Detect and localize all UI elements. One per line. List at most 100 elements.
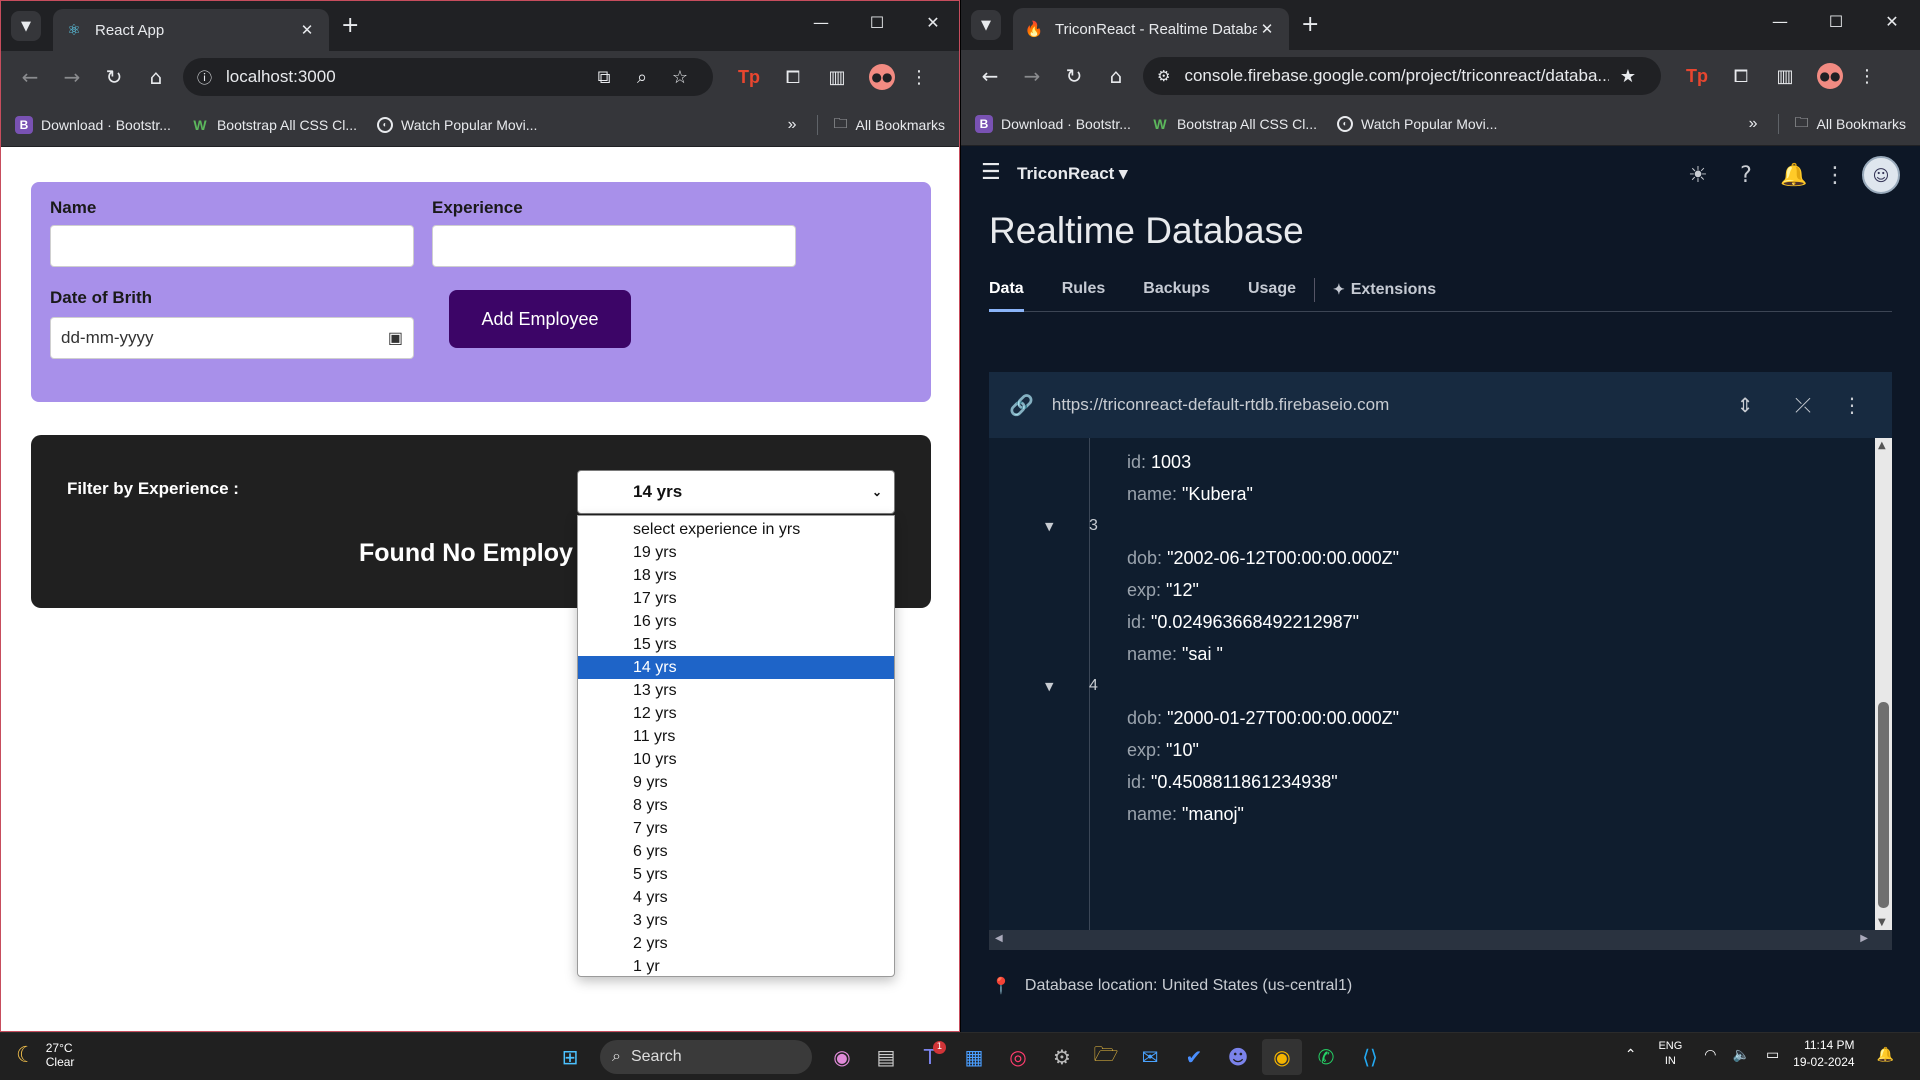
tab-usage[interactable]: Usage — [1248, 276, 1296, 312]
more-options-icon[interactable]: ⋮ — [1832, 393, 1872, 417]
tree-field[interactable]: exp: "10" — [1127, 740, 1199, 761]
scrollbar-thumb[interactable] — [1878, 702, 1889, 908]
add-employee-button[interactable]: Add Employee — [449, 290, 631, 348]
wifi-icon[interactable]: ◠ — [1704, 1046, 1716, 1063]
all-bookmarks[interactable]: 🗀 All Bookmarks — [834, 113, 945, 137]
teams-chat-icon[interactable]: ☻ — [1218, 1039, 1258, 1075]
dropdown-option[interactable]: 11 yrs — [578, 725, 894, 748]
minimize-icon[interactable]: — — [793, 13, 849, 32]
reload-icon[interactable]: ↻ — [1053, 58, 1095, 94]
close-tab-icon[interactable]: ✕ — [1257, 20, 1277, 38]
account-avatar[interactable]: ☺ — [1862, 156, 1900, 194]
dropdown-option[interactable]: 4 yrs — [578, 886, 894, 909]
experience-input[interactable] — [432, 225, 796, 267]
tab-extensions[interactable]: ✦ Extensions — [1333, 276, 1436, 312]
bookmark-item[interactable]: ◐ Watch Popular Movi... — [377, 116, 537, 133]
theme-toggle-icon[interactable]: ☀ — [1674, 163, 1722, 188]
tree-field[interactable]: id: "0.4508811861234938" — [1127, 772, 1338, 793]
more-bookmarks-icon[interactable]: » — [788, 116, 797, 134]
settings-gear-icon[interactable]: ⚙ — [1042, 1039, 1082, 1075]
tab-firebase[interactable]: 🔥 TriconReact - Realtime Databas ✕ — [1013, 8, 1289, 50]
more-options-icon[interactable]: ⋮ — [1818, 163, 1852, 188]
close-window-icon[interactable]: ✕ — [1864, 12, 1920, 31]
back-icon[interactable]: ← — [9, 59, 51, 95]
tree-node-key[interactable]: 3 — [1089, 517, 1098, 535]
collapse-all-icon[interactable]: ⤫ — [1774, 393, 1832, 417]
close-tab-icon[interactable]: ✕ — [297, 21, 317, 39]
app-icon[interactable]: ◎ — [998, 1039, 1038, 1075]
tree-field[interactable]: exp: "12" — [1127, 580, 1199, 601]
minimize-icon[interactable]: — — [1752, 12, 1808, 31]
install-app-icon[interactable]: ⧉ — [585, 67, 623, 88]
collapse-arrow-icon[interactable]: ▼ — [1045, 520, 1053, 533]
weather-widget[interactable]: ☾ 27°C Clear — [16, 1041, 74, 1069]
teams-icon[interactable]: T1 — [910, 1039, 950, 1075]
profile-avatar[interactable]: ●● — [869, 64, 895, 90]
bookmark-item[interactable]: W Bootstrap All CSS Cl... — [1151, 115, 1317, 133]
vertical-scrollbar[interactable]: ▲ ▼ — [1875, 438, 1892, 930]
tab-search-button[interactable]: ▼ — [971, 10, 1001, 40]
tab-react-app[interactable]: ⚛ React App ✕ — [53, 9, 329, 51]
dropdown-option[interactable]: 2 yrs — [578, 932, 894, 955]
zoom-icon[interactable]: ⌕ — [623, 67, 661, 88]
tree-field[interactable]: name: "manoj" — [1127, 804, 1244, 825]
dropdown-option[interactable]: 8 yrs — [578, 794, 894, 817]
tray-overflow-chevron-icon[interactable]: ⌃ — [1625, 1046, 1637, 1063]
bookmark-star-icon[interactable]: ☆ — [661, 67, 699, 88]
taskbar-search[interactable]: ⌕ Search — [600, 1040, 812, 1074]
forward-icon[interactable]: → — [51, 59, 93, 95]
notification-bell-icon[interactable]: 🔔 — [1877, 1046, 1894, 1063]
mail-icon[interactable]: ✉ — [1130, 1039, 1170, 1075]
dropdown-option[interactable]: 7 yrs — [578, 817, 894, 840]
side-panel-icon[interactable]: ▥ — [1763, 66, 1807, 87]
file-icon[interactable]: ▤ — [866, 1039, 906, 1075]
whatsapp-icon[interactable]: ✆ — [1306, 1039, 1346, 1075]
dropdown-option[interactable]: select experience in yrs — [578, 518, 894, 541]
dropdown-option[interactable]: 18 yrs — [578, 564, 894, 587]
address-bar[interactable]: ⓘ localhost:3000 ⧉ ⌕ ☆ — [183, 58, 713, 96]
bookmark-star-icon[interactable]: ★ — [1609, 66, 1647, 87]
tp-extension-icon[interactable]: Tp — [1675, 66, 1719, 87]
browser-menu-icon[interactable]: ⋮ — [905, 67, 933, 88]
expand-all-icon[interactable]: ⇕ — [1716, 393, 1774, 417]
bookmark-item[interactable]: ◐ Watch Popular Movi... — [1337, 115, 1497, 132]
tree-field[interactable]: name: "Kubera" — [1127, 484, 1253, 505]
tab-data[interactable]: Data — [989, 276, 1024, 312]
side-panel-icon[interactable]: ▥ — [815, 67, 859, 88]
home-icon[interactable]: ⌂ — [135, 59, 177, 95]
new-tab-button[interactable]: + — [1301, 12, 1319, 37]
profile-avatar[interactable]: ●● — [1817, 63, 1843, 89]
dropdown-option[interactable]: 5 yrs — [578, 863, 894, 886]
tree-field[interactable]: id: 1003 — [1127, 452, 1191, 473]
site-settings-icon[interactable]: ⚙ — [1157, 67, 1170, 85]
address-bar[interactable]: ⚙ console.firebase.google.com/project/tr… — [1143, 57, 1661, 95]
dropdown-option[interactable]: 15 yrs — [578, 633, 894, 656]
new-tab-button[interactable]: + — [341, 13, 359, 38]
tab-backups[interactable]: Backups — [1143, 276, 1210, 312]
more-bookmarks-icon[interactable]: » — [1749, 115, 1758, 133]
dropdown-option[interactable]: 10 yrs — [578, 748, 894, 771]
tree-node-key[interactable]: 4 — [1089, 677, 1098, 695]
back-icon[interactable]: ← — [969, 58, 1011, 94]
experience-filter-select[interactable]: 14 yrs ⌄ — [577, 470, 895, 514]
tree-field[interactable]: dob: "2002-06-12T00:00:00.000Z" — [1127, 548, 1399, 569]
name-input[interactable] — [50, 225, 414, 267]
forward-icon[interactable]: → — [1011, 58, 1053, 94]
calendar-icon[interactable]: ▣ — [388, 328, 403, 348]
reload-icon[interactable]: ↻ — [93, 59, 135, 95]
horizontal-scrollbar[interactable]: ◀ ▶ — [989, 930, 1892, 950]
mdp-app-icon[interactable]: ▦ — [954, 1039, 994, 1075]
dropdown-option[interactable]: 16 yrs — [578, 610, 894, 633]
database-url[interactable]: https://triconreact-default-rtdb.firebas… — [1052, 395, 1716, 415]
bookmark-item[interactable]: W Bootstrap All CSS Cl... — [191, 116, 357, 134]
tp-extension-icon[interactable]: Tp — [727, 67, 771, 88]
bookmark-item[interactable]: B Download · Bootstr... — [15, 115, 171, 134]
todo-check-icon[interactable]: ✔ — [1174, 1039, 1214, 1075]
start-windows-icon[interactable]: ⊞ — [550, 1039, 590, 1075]
tab-rules[interactable]: Rules — [1062, 276, 1106, 312]
battery-icon[interactable]: ▭ — [1766, 1046, 1779, 1063]
hamburger-menu-icon[interactable]: ☰ — [981, 160, 1001, 185]
dropdown-option[interactable]: 1 yr — [578, 955, 894, 978]
dropdown-option[interactable]: 12 yrs — [578, 702, 894, 725]
site-info-icon[interactable]: ⓘ — [197, 67, 212, 88]
